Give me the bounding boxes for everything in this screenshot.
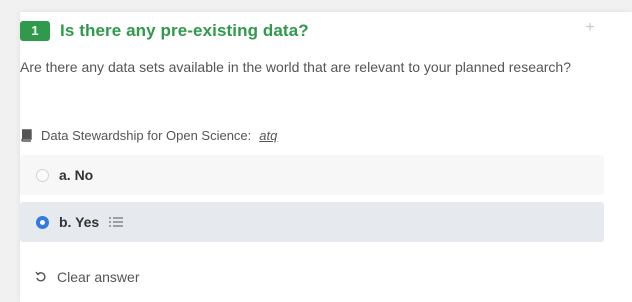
reference-label: Data Stewardship for Open Science:	[41, 128, 252, 143]
question-header: 1 Is there any pre-existing data?	[20, 21, 309, 41]
answer-option-no[interactable]: a. No	[20, 155, 604, 195]
list-icon[interactable]	[109, 216, 124, 228]
clear-answer-label: Clear answer	[57, 269, 140, 285]
answer-label: a. No	[59, 167, 94, 183]
clear-answer-button[interactable]: Clear answer	[35, 269, 139, 285]
reference-link[interactable]: atq	[259, 128, 277, 143]
answer-option-yes[interactable]: b. Yes	[20, 202, 604, 242]
reference: Data Stewardship for Open Science: atq	[20, 128, 277, 143]
book-icon	[21, 129, 32, 142]
undo-icon	[35, 271, 46, 282]
radio-unselected[interactable]	[36, 168, 49, 182]
radio-selected[interactable]	[36, 215, 49, 229]
question-title: Is there any pre-existing data?	[60, 21, 309, 40]
answer-label: b. Yes	[59, 214, 100, 230]
plus-icon[interactable]: +	[582, 20, 598, 36]
question-description: Are there any data sets available in the…	[20, 59, 571, 75]
question-number-badge: 1	[20, 21, 50, 41]
